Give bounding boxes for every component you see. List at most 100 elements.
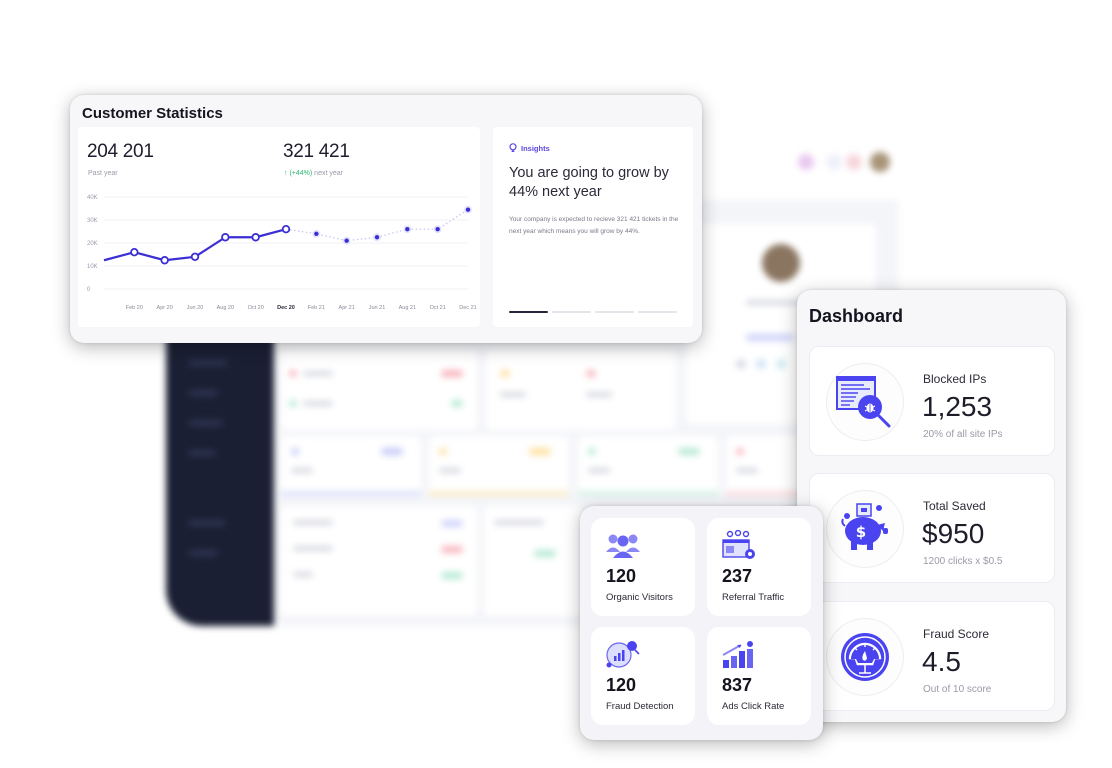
x-tick-label: Aug 21: [399, 305, 416, 311]
bug-search-icon: [836, 376, 891, 428]
lightbulb-icon: [509, 143, 517, 152]
total-saved-card[interactable]: $ Total Saved $950 1200 clicks x $0.5: [809, 473, 1055, 583]
icon-wrapper: $: [826, 490, 904, 568]
sidebar-line: [188, 420, 223, 426]
forecast-data-point: [344, 238, 349, 243]
referral-traffic-card[interactable]: 237 Referral Traffic: [707, 518, 811, 616]
card-value: $950: [922, 518, 985, 549]
insight-carousel-indicator[interactable]: [509, 311, 677, 313]
next-year-caption: next year: [314, 170, 343, 177]
carousel-dot[interactable]: [638, 311, 677, 313]
piggy-bank-icon: $: [841, 503, 888, 550]
metric-value: 120: [606, 566, 637, 586]
sidebar-line: [188, 360, 228, 366]
x-tick-label: Oct 21: [430, 305, 446, 311]
background-list-card: [281, 350, 477, 430]
svg-text:$: $: [856, 523, 866, 541]
past-year-label: Past year: [88, 170, 118, 177]
actual-data-point: [281, 225, 291, 234]
forecast-data-point: [314, 231, 319, 236]
x-tick-label: Feb 21: [308, 305, 325, 311]
y-tick-label: 30K: [87, 218, 98, 224]
sidebar-line: [188, 520, 226, 526]
card-subtext: Out of 10 score: [923, 684, 992, 695]
background-kpi-card: [578, 436, 718, 496]
insight-headline: You are going to grow by 44% next year: [509, 165, 669, 200]
x-tick-label: Jun 20: [187, 305, 204, 311]
sidebar-line: [188, 550, 218, 556]
insights-tag: Insights: [509, 143, 550, 153]
social-icon: [756, 359, 766, 369]
actual-data-point: [190, 252, 200, 261]
fraud-detection-card[interactable]: 120 Fraud Detection: [591, 627, 695, 725]
fraud-score-card[interactable]: Fraud Score 4.5 Out of 10 score: [809, 601, 1055, 711]
actual-data-point: [221, 233, 230, 242]
metric-label: Fraud Detection: [606, 701, 674, 712]
ads-click-rate-card[interactable]: 837 Ads Click Rate: [707, 627, 811, 725]
carousel-dot[interactable]: [509, 311, 548, 313]
actual-data-point: [160, 256, 169, 265]
gauge-icon: [841, 633, 889, 681]
metrics-panel: 120 Organic Visitors 237 Referral Traffi…: [580, 506, 823, 740]
notification-icon: [798, 154, 814, 170]
past-year-value: 204 201: [87, 141, 154, 162]
users-icon: [606, 534, 640, 558]
y-tick-label: 20K: [87, 241, 98, 247]
x-tick-label: Apr 20: [157, 305, 173, 311]
customer-line-chart: 0 10K 20K 30K 40K Feb 20 Apr 20 Jun 20 Aug 20 Oc…: [87, 195, 477, 311]
next-year-value: 321 421: [283, 141, 350, 162]
sidebar-line: [188, 390, 218, 396]
forecast-data-point: [405, 227, 410, 232]
social-icon: [736, 359, 746, 369]
background-kpi-card: [726, 436, 806, 496]
forecast-data-point: [465, 207, 471, 212]
x-tick-label: Jun 21: [369, 305, 386, 311]
x-tick-label: Aug 20: [217, 305, 234, 311]
metric-label: Organic Visitors: [606, 592, 673, 603]
panel-title: Customer Statistics: [82, 105, 223, 122]
actual-data-point: [130, 247, 139, 257]
insights-card: Insights You are going to grow by 44% ne…: [493, 127, 693, 327]
organic-visitors-card[interactable]: 120 Organic Visitors: [591, 518, 695, 616]
insights-label: Insights: [521, 143, 550, 153]
carousel-dot[interactable]: [595, 311, 634, 313]
x-tick-label: Oct 20: [248, 305, 264, 311]
growth-badge: ↑ (+44%): [284, 170, 313, 177]
metric-label: Ads Click Rate: [722, 701, 785, 712]
statistics-chart-card: 204 201 Past year 321 421 ↑ (+44%) next …: [78, 127, 480, 327]
sidebar-line: [188, 450, 216, 456]
metric-value: 120: [606, 675, 637, 695]
profile-avatar: [762, 244, 800, 282]
user-avatar: [870, 152, 890, 172]
metric-label: Referral Traffic: [722, 592, 785, 603]
x-tick-label: Feb 20: [126, 305, 143, 311]
y-tick-label: 10K: [87, 264, 98, 270]
growth-chart-icon: [722, 641, 753, 668]
carousel-dot[interactable]: [552, 311, 591, 313]
x-tick-label: Apr 21: [339, 305, 355, 311]
metric-value: 837: [722, 675, 753, 695]
alert-icon: [846, 154, 862, 170]
background-table-card: [281, 506, 477, 616]
social-icon: [776, 359, 786, 369]
icon-wrapper: [826, 618, 904, 696]
y-tick-label: 0: [87, 287, 91, 293]
message-icon: [826, 154, 842, 170]
background-stat-card: [486, 350, 676, 430]
referral-icon: [722, 530, 755, 559]
fraud-detection-icon: [606, 641, 640, 668]
insight-description: Your company is expected to recieve 321 …: [509, 216, 679, 235]
blocked-ips-card[interactable]: Blocked IPs 1,253 20% of all site IPs: [809, 346, 1055, 456]
panel-title: Dashboard: [809, 306, 904, 326]
card-label: Total Saved: [923, 499, 986, 513]
card-label: Blocked IPs: [923, 372, 987, 386]
next-year-label: ↑ (+44%) next year: [284, 170, 343, 177]
background-kpi-card: [281, 436, 421, 496]
metric-value: 237: [722, 566, 753, 586]
y-tick-label: 40K: [87, 195, 98, 201]
card-subtext: 20% of all site IPs: [923, 429, 1003, 440]
customer-statistics-panel: Customer Statistics 204 201 Past year 32…: [70, 95, 702, 343]
actual-data-point: [251, 233, 260, 242]
forecast-data-point: [435, 227, 440, 232]
profile-button: [746, 334, 794, 341]
